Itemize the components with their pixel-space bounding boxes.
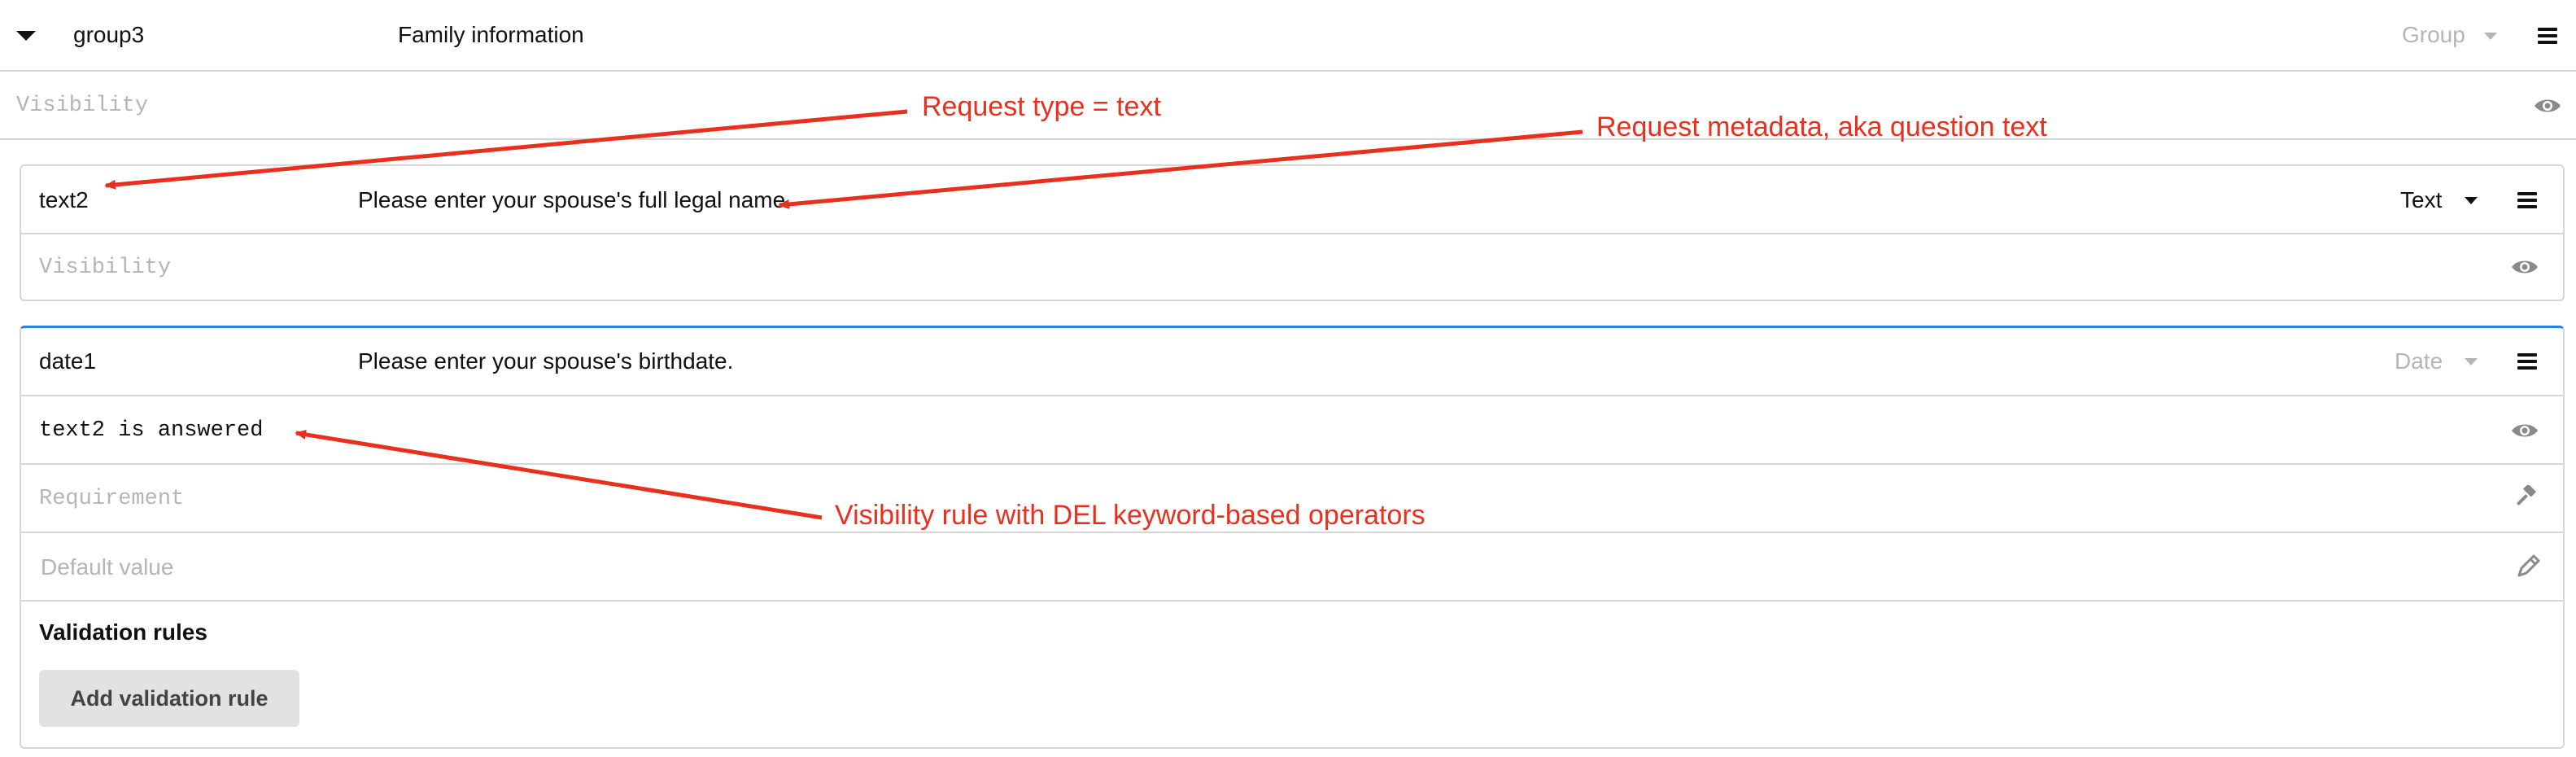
annotation-arrows	[104, 109, 1583, 520]
arrow-request-metadata	[778, 129, 1583, 209]
annotation-request-type: Request type = text	[922, 91, 1161, 122]
annotation-visibility-rule: Visibility rule with DEL keyword-based o…	[835, 500, 1426, 531]
annotation-request-metadata: Request metadata, aka question text	[1596, 112, 2047, 142]
arrow-request-type	[104, 109, 908, 190]
arrow-visibility-rule	[295, 429, 823, 520]
